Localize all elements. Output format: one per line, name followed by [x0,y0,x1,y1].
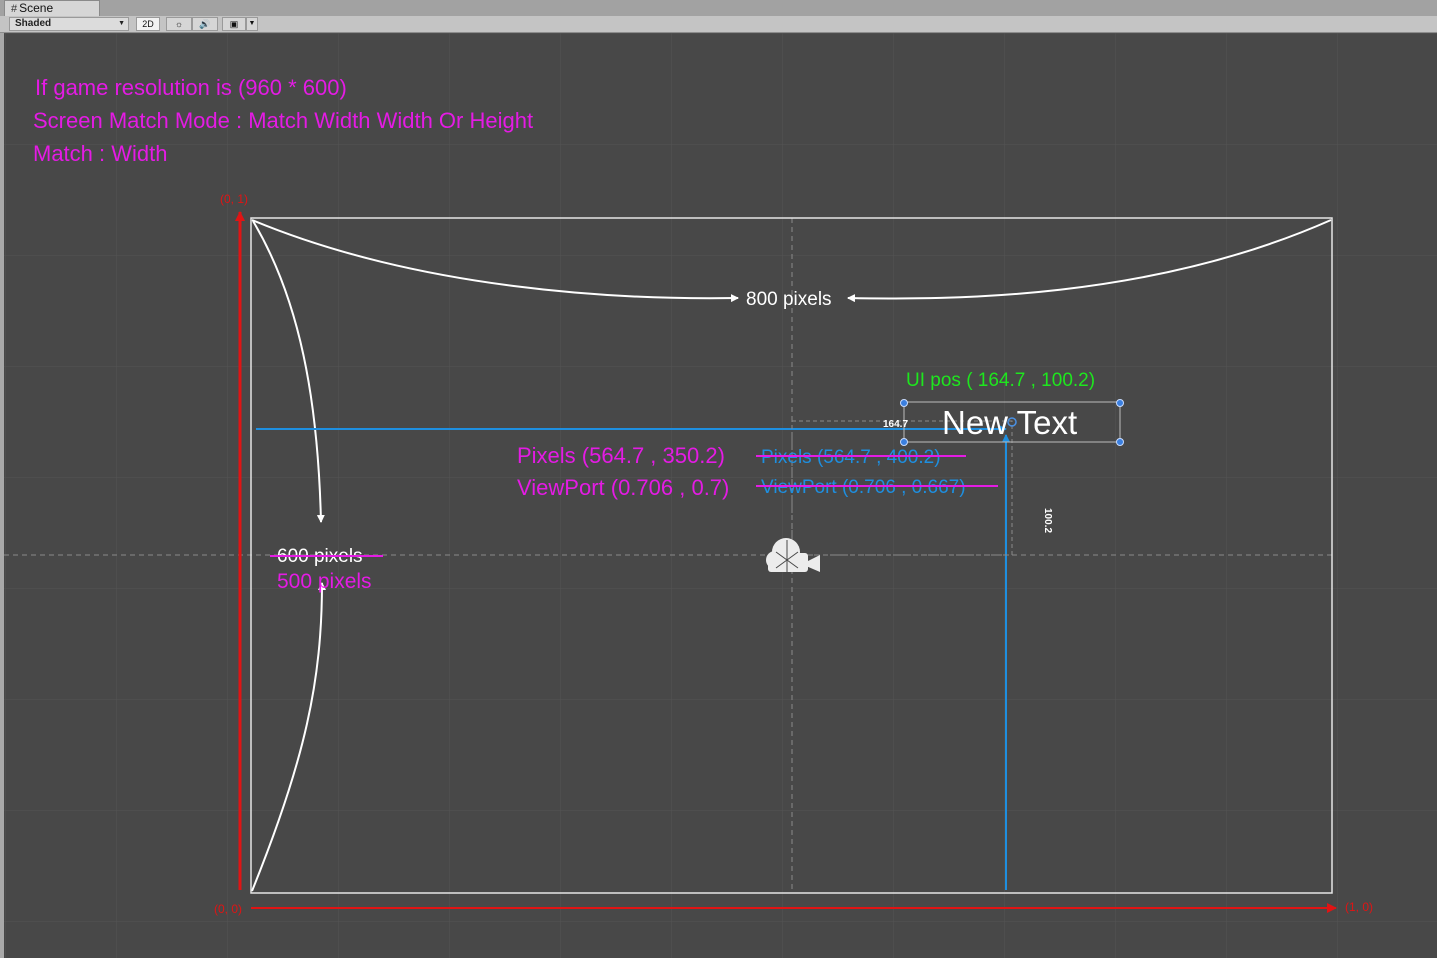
note-match: Match : Width [33,141,168,166]
image-icon: ▣ [229,19,239,29]
effects-dropdown[interactable]: ▼ [246,17,258,31]
ui-pos-label: UI pos ( 164.7 , 100.2) [906,370,1095,391]
lighting-toggle[interactable]: ☼ [166,17,192,31]
scene-viewport[interactable]: (0, 1) (0, 0) (1, 0) 800 pixels 600 pixe… [4,33,1437,958]
pixels-new-label: Pixels (564.7 , 350.2) [517,443,725,468]
note-resolution: If game resolution is (960 * 600) [35,75,347,100]
speaker-icon: 🔊 [199,19,211,29]
chevron-down-icon: ▼ [118,20,125,27]
grid-icon: # [11,3,18,15]
resize-handle-bottom-right[interactable] [1116,438,1124,446]
scene-toolbar: Shaded ▼ 2D ☼ 🔊 ▣ ▼ [0,16,1437,33]
sun-icon: ☼ [174,19,184,29]
scene-drawing: (0, 1) (0, 0) (1, 0) 800 pixels 600 pixe… [4,33,1437,958]
pixels-old-label: Pixels (564.7 , 400.2) [761,447,941,468]
corner-bottom-left-label: (0, 0) [214,902,242,916]
tab-scene[interactable]: # Scene [4,0,100,16]
viewport-new-label: ViewPort (0.706 , 0.7) [517,475,729,500]
viewport-old-label: ViewPort (0.706 , 0.667) [761,477,966,498]
height-label-new: 500 pixels [277,570,372,593]
tab-scene-label: Scene [19,1,54,15]
width-label: 800 pixels [746,289,832,310]
note-match-mode: Screen Match Mode : Match Width Width Or… [33,108,534,133]
corner-bottom-right-label: (1, 0) [1345,900,1373,914]
resize-handle-top-left[interactable] [900,399,908,407]
y-measure-label: 100.2 [1042,508,1053,533]
corner-top-left-label: (0, 1) [220,192,248,206]
resize-handle-top-right[interactable] [1116,399,1124,407]
chevron-down-icon: ▼ [248,20,256,27]
audio-toggle[interactable]: 🔊 [192,17,218,31]
effects-toggle[interactable]: ▣ [222,17,246,31]
draw-mode-label: Shaded [15,18,52,29]
mode-2d-label: 2D [142,19,154,29]
mode-2d-toggle[interactable]: 2D [136,17,160,31]
x-measure-label: 164.7 [883,419,908,430]
ui-text-element[interactable]: New Text [942,404,1077,441]
resize-handle-bottom-left[interactable] [900,438,908,446]
tab-bar: # Scene [0,0,1437,17]
draw-mode-dropdown[interactable]: Shaded ▼ [9,17,129,31]
